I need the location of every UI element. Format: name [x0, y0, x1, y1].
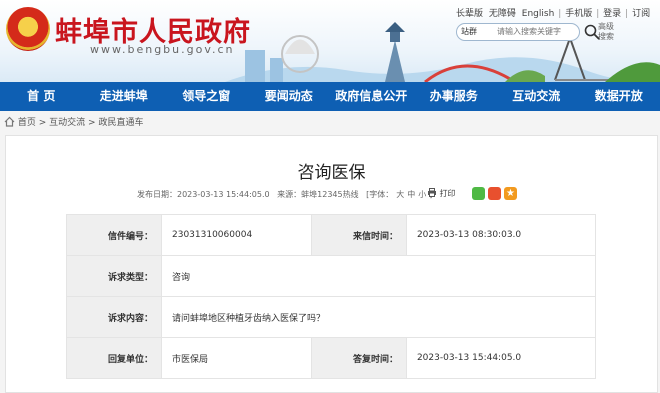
search-scope-select[interactable]: 站群 [461, 26, 477, 37]
nav-about-bengbu[interactable]: 走进蚌埠 [83, 82, 166, 111]
elder-version-link[interactable]: 长辈版 [456, 9, 483, 19]
accessibility-link[interactable]: 无障碍 [489, 9, 516, 19]
breadcrumb-home[interactable]: 首页 [18, 118, 36, 128]
request-type-value: 咨询 [162, 256, 596, 297]
breadcrumb-citizen-channel[interactable]: 政民直通车 [98, 118, 143, 128]
nav-services[interactable]: 办事服务 [413, 82, 496, 111]
received-time-label: 来信时间： [311, 215, 406, 256]
received-time-value: 2023-03-13 08:30:03.0 [406, 215, 595, 256]
breadcrumb-interaction[interactable]: 互动交流 [49, 118, 85, 128]
font-size-options: [字体：大中小] [366, 190, 435, 199]
weibo-share-icon[interactable] [488, 187, 501, 200]
content-panel: 咨询医保 发布日期：2023-03-13 15:44:05.0 来源：蚌埠123… [5, 135, 658, 393]
request-type-label: 诉求类型： [67, 256, 162, 297]
font-medium[interactable]: 中 [407, 190, 415, 199]
nav-news[interactable]: 要闻动态 [248, 82, 331, 111]
print-label: 打印 [440, 189, 456, 198]
nav-interaction[interactable]: 互动交流 [495, 82, 578, 111]
publish-date: 发布日期：2023-03-13 15:44:05.0 [137, 190, 270, 199]
reply-time-label: 答复时间： [311, 338, 406, 379]
advanced-search-link[interactable]: 高级搜索 [598, 22, 618, 42]
home-icon [4, 116, 15, 127]
letter-no-label: 信件编号： [67, 215, 162, 256]
search-input[interactable] [497, 25, 569, 38]
page-title: 咨询医保 [6, 158, 657, 183]
mobile-version-link[interactable]: 手机版 [565, 9, 592, 19]
nav-gov-info[interactable]: 政府信息公开 [330, 82, 413, 111]
main-nav: 首 页 走进蚌埠 领导之窗 要闻动态 政府信息公开 办事服务 互动交流 数据开放 [0, 82, 660, 111]
breadcrumb: 首页 > 互动交流 > 政民直通车 [4, 115, 143, 128]
table-row: 回复单位： 市医保局 答复时间： 2023-03-13 15:44:05.0 [67, 338, 596, 379]
letter-info-table: 信件编号： 23031310060004 来信时间： 2023-03-13 08… [66, 214, 596, 379]
national-emblem-icon [6, 7, 50, 51]
font-large[interactable]: 大 [396, 190, 404, 199]
search-box: 站群 [456, 23, 580, 41]
reply-time-value: 2023-03-13 15:44:05.0 [406, 338, 595, 379]
table-row: 诉求类型： 咨询 [67, 256, 596, 297]
reply-unit-value: 市医保局 [162, 338, 312, 379]
nav-open-data[interactable]: 数据开放 [578, 82, 660, 111]
article-meta: 发布日期：2023-03-13 15:44:05.0 来源：蚌埠12345热线 … [137, 189, 440, 200]
font-small[interactable]: 小 [418, 190, 426, 199]
favorite-star-icon[interactable]: ★ [504, 187, 517, 200]
request-content-value: 请问蚌埠地区种植牙齿纳入医保了吗？ [162, 297, 596, 338]
nav-home[interactable]: 首 页 [0, 82, 83, 111]
wechat-share-icon[interactable] [472, 187, 485, 200]
reply-unit-label: 回复单位： [67, 338, 162, 379]
table-row: 诉求内容： 请问蚌埠地区种植牙齿纳入医保了吗？ [67, 297, 596, 338]
login-link[interactable]: 登录 [603, 9, 621, 19]
printer-icon [427, 188, 437, 197]
site-domain: www.bengbu.gov.cn [90, 43, 235, 56]
table-row: 信件编号： 23031310060004 来信时间： 2023-03-13 08… [67, 215, 596, 256]
site-header: 蚌埠市人民政府 www.bengbu.gov.cn 长辈版 无障碍 Englis… [0, 0, 660, 82]
nav-leaders[interactable]: 领导之窗 [165, 82, 248, 111]
top-links: 长辈版 无障碍 English| 手机版| 登录| 订阅 [456, 6, 653, 19]
subscribe-link[interactable]: 订阅 [632, 9, 650, 19]
article-source: 来源：蚌埠12345热线 [277, 190, 358, 199]
request-content-label: 诉求内容： [67, 297, 162, 338]
english-link[interactable]: English [522, 9, 555, 19]
letter-no-value: 23031310060004 [162, 215, 312, 256]
print-button[interactable]: 打印 [427, 188, 456, 199]
